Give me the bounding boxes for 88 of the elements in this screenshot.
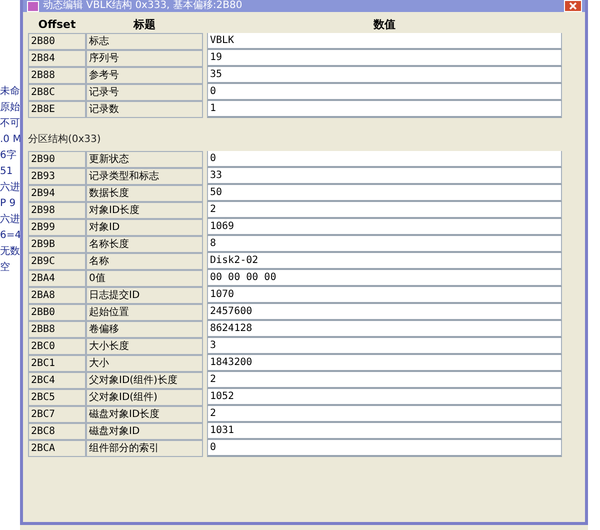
background-text: 不可	[0, 118, 20, 130]
section-title: 分区结构(0x33)	[28, 132, 102, 147]
offset-cell: 2BC4	[28, 372, 86, 389]
offset-cell: 2BC7	[28, 406, 86, 423]
value-field[interactable]: 3	[207, 338, 562, 355]
label-cell: 序列号	[86, 50, 203, 67]
label-cell: 起始位置	[86, 304, 203, 321]
value-field[interactable]: 0	[207, 151, 562, 168]
value-field[interactable]: 2457600	[207, 304, 562, 321]
label-cell: 磁盘对象ID长度	[86, 406, 203, 423]
value-field[interactable]: 1031	[207, 423, 562, 440]
background-text: 六进	[0, 214, 20, 226]
value-field[interactable]: 19	[207, 50, 562, 67]
label-cell: 0值	[86, 270, 203, 287]
offset-cell: 2B98	[28, 202, 86, 219]
background-text: 6字	[0, 150, 18, 162]
close-icon	[569, 2, 577, 10]
background-text: 六进	[0, 182, 20, 194]
offset-cell: 2BC8	[28, 423, 86, 440]
value-field[interactable]: 2	[207, 406, 562, 423]
column-header: Offset	[37, 18, 77, 31]
value-field[interactable]: 1070	[207, 287, 562, 304]
label-cell: 父对象ID(组件)长度	[86, 372, 203, 389]
value-field[interactable]: 00 00 00 00	[207, 270, 562, 287]
offset-cell: 2B80	[28, 33, 86, 50]
label-cell: 组件部分的索引	[86, 440, 203, 457]
value-field[interactable]: 0	[207, 84, 562, 101]
value-field[interactable]: 0	[207, 440, 562, 457]
offset-cell: 2BCA	[28, 440, 86, 457]
background-text: 未命	[0, 86, 20, 98]
label-cell: 名称	[86, 253, 203, 270]
label-cell: 更新状态	[86, 151, 203, 168]
value-field[interactable]: 33	[207, 168, 562, 185]
column-header: 标题	[132, 17, 156, 32]
label-cell: 名称长度	[86, 236, 203, 253]
offset-cell: 2B8E	[28, 101, 86, 118]
offset-cell: 2B8C	[28, 84, 86, 101]
offset-cell: 2BA4	[28, 270, 86, 287]
offset-cell: 2BB0	[28, 304, 86, 321]
value-field[interactable]: 2	[207, 372, 562, 389]
label-cell: 记录类型和标志	[86, 168, 203, 185]
offset-cell: 2B93	[28, 168, 86, 185]
value-field[interactable]: Disk2-02	[207, 253, 562, 270]
label-cell: 标志	[86, 33, 203, 50]
label-cell: 大小	[86, 355, 203, 372]
close-button[interactable]	[564, 0, 582, 12]
label-cell: 数据长度	[86, 185, 203, 202]
window-title: 动态编辑 VBLK结构 0x333, 基本偏移:2B80	[43, 0, 244, 12]
value-field[interactable]: 35	[207, 67, 562, 84]
value-field[interactable]: 50	[207, 185, 562, 202]
label-cell: 对象ID	[86, 219, 203, 236]
value-field[interactable]: 1052	[207, 389, 562, 406]
background-text: 51	[0, 166, 14, 178]
label-cell: 对象ID长度	[86, 202, 203, 219]
offset-cell: 2B84	[28, 50, 86, 67]
value-field[interactable]: 1	[207, 101, 562, 118]
offset-cell: 2BC0	[28, 338, 86, 355]
value-field[interactable]: VBLK	[207, 33, 562, 50]
app-icon	[27, 0, 39, 12]
offset-cell: 2B9B	[28, 236, 86, 253]
label-cell: 参考号	[86, 67, 203, 84]
offset-cell: 2B90	[28, 151, 86, 168]
label-cell: 日志提交ID	[86, 287, 203, 304]
background-text: P 9	[0, 198, 17, 210]
column-header: 数值	[372, 17, 396, 32]
offset-cell: 2B88	[28, 67, 86, 84]
value-field[interactable]: 8	[207, 236, 562, 253]
offset-cell: 2B9C	[28, 253, 86, 270]
label-cell: 大小长度	[86, 338, 203, 355]
value-field[interactable]: 1069	[207, 219, 562, 236]
label-cell: 父对象ID(组件)	[86, 389, 203, 406]
offset-cell: 2BC5	[28, 389, 86, 406]
label-cell: 卷偏移	[86, 321, 203, 338]
background-text: 空	[0, 262, 11, 274]
offset-cell: 2B99	[28, 219, 86, 236]
value-field[interactable]: 8624128	[207, 321, 562, 338]
offset-cell: 2BA8	[28, 287, 86, 304]
value-field[interactable]: 1843200	[207, 355, 562, 372]
label-cell: 记录号	[86, 84, 203, 101]
value-field[interactable]: 2	[207, 202, 562, 219]
background-text: .0 M	[0, 134, 20, 146]
offset-cell: 2BB8	[28, 321, 86, 338]
offset-cell: 2B94	[28, 185, 86, 202]
offset-cell: 2BC1	[28, 355, 86, 372]
label-cell: 磁盘对象ID	[86, 423, 203, 440]
background-text: 原始	[0, 102, 20, 114]
label-cell: 记录数	[86, 101, 203, 118]
background-text: 无数	[0, 246, 20, 258]
